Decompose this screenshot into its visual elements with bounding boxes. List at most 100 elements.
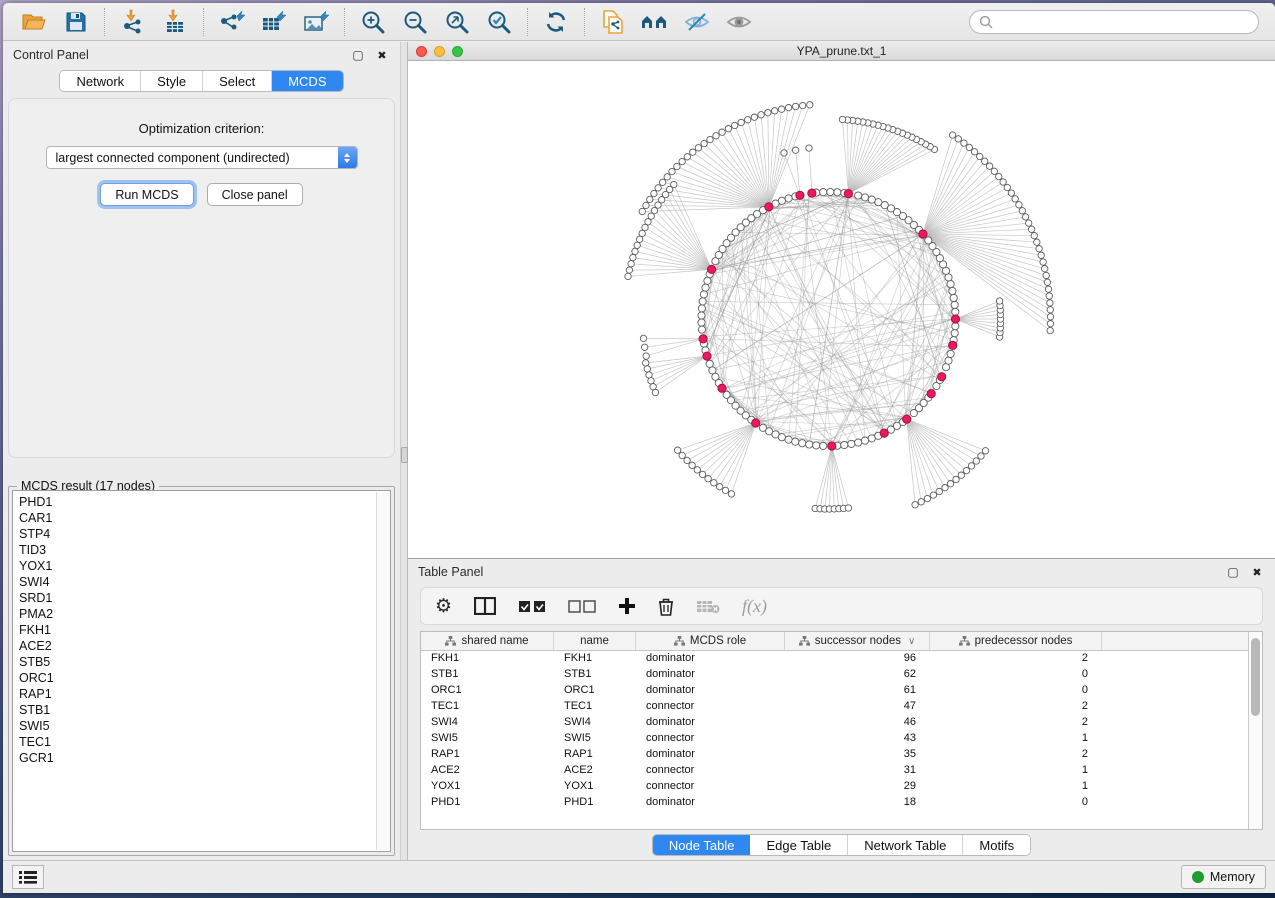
tab-node-table[interactable]: Node Table [653, 835, 751, 855]
mcds-result-item[interactable]: ACE2 [19, 638, 390, 654]
tab-network-table[interactable]: Network Table [848, 835, 963, 855]
sort-desc-icon: ∨ [908, 636, 915, 647]
cell: RAP1 [554, 747, 636, 763]
column-header-MCDS-role[interactable]: MCDS role [636, 632, 785, 650]
mcds-result-item[interactable]: SRD1 [19, 590, 390, 606]
memory-button[interactable]: Memory [1181, 865, 1266, 889]
table-row[interactable]: FKH1FKH1dominator962 [421, 651, 1248, 667]
memory-label: Memory [1210, 870, 1255, 884]
cell: FKH1 [421, 651, 554, 667]
mcds-result-item[interactable]: GCR1 [19, 750, 390, 766]
tab-motifs[interactable]: Motifs [963, 835, 1030, 855]
window-close-icon[interactable] [416, 46, 427, 57]
mcds-result-item[interactable]: FKH1 [19, 622, 390, 638]
float-panel-icon[interactable]: ▢ [350, 47, 366, 63]
import-network-icon[interactable] [116, 7, 150, 37]
mcds-result-item[interactable]: SWI4 [19, 574, 390, 590]
settings-gear-icon[interactable]: ⚙ [435, 594, 452, 618]
deselect-all-rows-icon[interactable] [568, 594, 596, 618]
column-header-name[interactable]: name [554, 632, 636, 650]
export-image-icon[interactable] [299, 7, 333, 37]
mcds-result-item[interactable]: TEC1 [19, 734, 390, 750]
vertical-splitter[interactable] [400, 42, 408, 860]
cell: FKH1 [554, 651, 636, 667]
mcds-result-item[interactable]: STP4 [19, 526, 390, 542]
tab-edge-table[interactable]: Edge Table [750, 835, 848, 855]
table-row[interactable]: STB1STB1dominator620 [421, 667, 1248, 683]
criterion-select[interactable]: largest connected component (undirected) [46, 146, 358, 169]
table-row[interactable]: TEC1TEC1connector472 [421, 699, 1248, 715]
table-row[interactable]: ACE2ACE2connector311 [421, 763, 1248, 779]
zoom-out-icon[interactable] [398, 7, 432, 37]
export-network-icon[interactable] [215, 7, 249, 37]
float-table-panel-icon[interactable]: ▢ [1225, 564, 1241, 580]
open-session-icon[interactable] [17, 7, 51, 37]
mcds-result-item[interactable]: STB5 [19, 654, 390, 670]
table-scrollbar-thumb[interactable] [1251, 638, 1260, 716]
cell: ORC1 [421, 683, 554, 699]
mcds-result-item[interactable]: STB1 [19, 702, 390, 718]
tab-select[interactable]: Select [203, 71, 272, 91]
table-row[interactable]: PHD1PHD1dominator180 [421, 795, 1248, 811]
window-zoom-icon[interactable] [452, 46, 463, 57]
refresh-view-icon[interactable] [539, 7, 573, 37]
add-column-icon[interactable] [618, 594, 636, 618]
save-session-icon[interactable] [59, 7, 93, 37]
cell: 43 [785, 731, 930, 747]
mcds-result-item[interactable]: CAR1 [19, 510, 390, 526]
table-row[interactable]: ORC1ORC1dominator610 [421, 683, 1248, 699]
toolbar-separator [584, 8, 585, 36]
window-minimize-icon[interactable] [434, 46, 445, 57]
first-neighbors-icon[interactable] [638, 7, 672, 37]
tab-style[interactable]: Style [141, 71, 203, 91]
show-all-icon[interactable] [722, 7, 756, 37]
delete-column-icon[interactable] [658, 594, 674, 618]
tab-mcds[interactable]: MCDS [272, 71, 342, 91]
mcds-result-item[interactable]: PHD1 [19, 494, 390, 510]
tab-network[interactable]: Network [60, 71, 141, 91]
close-panel-icon[interactable]: ✖ [374, 47, 390, 63]
table-scrollbar[interactable] [1248, 632, 1262, 829]
cell: 1 [930, 763, 1102, 779]
column-layout-icon[interactable] [474, 594, 496, 618]
select-all-rows-icon[interactable] [518, 594, 546, 618]
table-row[interactable]: RAP1RAP1dominator352 [421, 747, 1248, 763]
zoom-selected-icon[interactable] [482, 7, 516, 37]
mcds-result-item[interactable]: PMA2 [19, 606, 390, 622]
cell: 2 [930, 747, 1102, 763]
mcds-result-item[interactable]: RAP1 [19, 686, 390, 702]
task-history-button[interactable] [12, 865, 44, 889]
run-mcds-button[interactable]: Run MCDS [100, 183, 193, 206]
table-row[interactable]: SWI4SWI4dominator462 [421, 715, 1248, 731]
cell: 61 [785, 683, 930, 699]
cell: 96 [785, 651, 930, 667]
cell: 1 [930, 779, 1102, 795]
cell: 2 [930, 699, 1102, 715]
network-window-titlebar[interactable]: YPA_prune.txt_1 [408, 42, 1275, 61]
mcds-result-item[interactable]: YOX1 [19, 558, 390, 574]
mcds-result-item[interactable]: SWI5 [19, 718, 390, 734]
network-canvas[interactable] [408, 61, 1275, 558]
column-header-successor-nodes[interactable]: successor nodes∨ [785, 632, 930, 650]
search-input[interactable] [969, 10, 1259, 34]
mcds-result-item[interactable]: ORC1 [19, 670, 390, 686]
function-builder-icon[interactable]: f(x) [742, 594, 767, 618]
result-scrollbar[interactable] [376, 492, 389, 850]
export-table-icon[interactable] [257, 7, 291, 37]
toolbar-separator [527, 8, 528, 36]
column-header-shared-name[interactable]: shared name [421, 632, 554, 650]
table-row[interactable]: YOX1YOX1connector291 [421, 779, 1248, 795]
delete-table-icon[interactable] [696, 594, 720, 618]
hide-selected-icon[interactable] [680, 7, 714, 37]
close-table-panel-icon[interactable]: ✖ [1249, 564, 1265, 580]
zoom-fit-icon[interactable] [440, 7, 474, 37]
mcds-result-item[interactable]: TID3 [19, 542, 390, 558]
import-table-icon[interactable] [158, 7, 192, 37]
table-row[interactable]: SWI5SWI5connector431 [421, 731, 1248, 747]
duplicate-network-icon[interactable] [596, 7, 630, 37]
close-panel-button[interactable]: Close panel [207, 183, 303, 206]
mcds-result-group: MCDS result (17 nodes) PHD1CAR1STP4TID3Y… [8, 486, 395, 856]
toolbar-separator [203, 8, 204, 36]
column-header-predecessor-nodes[interactable]: predecessor nodes [930, 632, 1102, 650]
zoom-in-icon[interactable] [356, 7, 390, 37]
